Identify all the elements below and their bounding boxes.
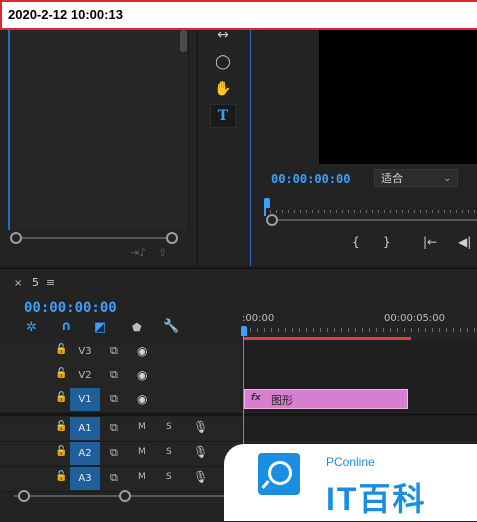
ellipse-glyph: ◯: [215, 54, 231, 70]
sync-lock-icon[interactable]: ⧉: [110, 344, 118, 358]
watermark-brand: IT百科: [326, 481, 427, 517]
timeline-playhead[interactable]: [241, 326, 247, 336]
clip-name: 图形: [271, 394, 293, 407]
track-v3: 🔓 V3 ⧉ ◉: [0, 340, 477, 365]
ruler-label-start: :00:00: [242, 313, 275, 324]
add-marker-icon[interactable]: ⬟: [132, 321, 142, 334]
program-playhead-line: [264, 208, 266, 216]
nest-icon[interactable]: ✲: [26, 320, 37, 335]
hand-glyph: ✋: [214, 81, 232, 97]
hand-icon[interactable]: ✋: [211, 78, 235, 100]
solo-button[interactable]: S: [166, 422, 172, 432]
sync-lock-icon[interactable]: ⧉: [110, 446, 118, 460]
linked-selection-icon[interactable]: ◩: [94, 320, 106, 335]
lock-icon[interactable]: 🔓: [55, 392, 67, 403]
eye-icon[interactable]: ◉: [137, 368, 147, 382]
snap-magnet-icon[interactable]: ∩: [61, 319, 72, 334]
source-scrollbar-thumb[interactable]: [180, 30, 187, 52]
mute-button[interactable]: M: [138, 422, 146, 432]
mark-in-icon[interactable]: {: [352, 235, 360, 249]
sync-lock-icon[interactable]: ⧉: [110, 421, 118, 435]
lock-icon[interactable]: 🔓: [55, 421, 67, 432]
video-audio-divider[interactable]: [0, 413, 477, 416]
track-header: 🔓 A2 ⧉ M S 🎙: [0, 442, 240, 467]
track-lane[interactable]: [242, 417, 477, 442]
magnifier-icon: [268, 461, 292, 485]
timeline-zoom-handle-right[interactable]: [119, 490, 131, 502]
close-icon[interactable]: ×: [14, 278, 22, 289]
panel-menu-icon[interactable]: ≡: [46, 276, 55, 289]
lock-icon[interactable]: 🔓: [55, 368, 67, 379]
magnifier-handle: [261, 480, 270, 489]
lock-icon[interactable]: 🔓: [55, 446, 67, 457]
track-a1: 🔓 A1 ⧉ M S 🎙: [0, 417, 477, 442]
mute-button[interactable]: M: [138, 472, 146, 482]
fx-badge: fx: [251, 393, 261, 403]
program-zoom-handle[interactable]: [266, 214, 278, 226]
track-target-a3[interactable]: A3: [70, 467, 100, 490]
eye-icon[interactable]: ◉: [137, 344, 147, 358]
step-back-icon[interactable]: ◀|: [458, 235, 471, 249]
track-lane[interactable]: [242, 340, 477, 365]
sequence-tab-name[interactable]: 5: [32, 276, 39, 289]
track-target-v2[interactable]: V2: [70, 364, 100, 387]
datetime-overlay: 2020-2-12 10:00:13: [0, 0, 477, 30]
track-target-a2[interactable]: A2: [70, 442, 100, 465]
graphic-clip[interactable]: fx 图形: [244, 389, 408, 409]
pconline-logo: [258, 453, 300, 495]
track-header: 🔓 A1 ⧉ M S 🎙: [0, 417, 240, 442]
microphone-icon[interactable]: 🎙: [193, 445, 208, 459]
track-header: 🔓 V3 ⧉ ◉: [0, 340, 240, 365]
track-header: 🔓 V2 ⧉ ◉: [0, 364, 240, 389]
timeline-timecode[interactable]: 00:00:00:00: [24, 300, 117, 316]
track-target-v1[interactable]: V1: [70, 388, 100, 411]
track-target-a1[interactable]: A1: [70, 417, 100, 440]
ripple-edit-glyph: ↔: [217, 27, 229, 43]
ruler-label-5s: 00:00:05:00: [384, 313, 446, 324]
sync-lock-icon[interactable]: ⧉: [110, 368, 118, 382]
mute-button[interactable]: M: [138, 447, 146, 457]
microphone-icon[interactable]: 🎙: [193, 420, 208, 434]
lock-icon[interactable]: 🔓: [55, 471, 67, 482]
type-glyph: T: [217, 108, 229, 124]
source-zoom-track[interactable]: [14, 237, 176, 239]
program-playhead[interactable]: [264, 198, 270, 208]
timeline-zoom-handle-left[interactable]: [18, 490, 30, 502]
go-to-in-icon[interactable]: |←: [423, 235, 437, 249]
program-video-frame: [319, 30, 477, 164]
export-frame-icon[interactable]: ⇪: [158, 246, 167, 259]
chevron-down-icon: ⌄: [443, 174, 451, 184]
microphone-icon[interactable]: 🎙: [193, 470, 208, 484]
eye-icon[interactable]: ◉: [137, 392, 147, 406]
sync-lock-icon[interactable]: ⧉: [110, 392, 118, 406]
source-panel-focus-bar: [8, 30, 10, 230]
wrench-icon[interactable]: 🔧: [163, 319, 179, 334]
type-tool-icon[interactable]: T: [210, 104, 236, 128]
track-header: 🔓 V1 ⧉ ◉: [0, 388, 240, 413]
track-header: 🔓 A3 ⧉ M S 🎙: [0, 467, 240, 492]
solo-button[interactable]: S: [166, 472, 172, 482]
mark-out-icon[interactable]: }: [383, 235, 391, 249]
lock-icon[interactable]: 🔓: [55, 344, 67, 355]
fit-select[interactable]: 适合 ⌄: [374, 169, 458, 187]
source-zoom-handle-left[interactable]: [10, 232, 22, 244]
track-lane[interactable]: [242, 364, 477, 389]
program-timecode[interactable]: 00:00:00:00: [271, 172, 350, 186]
ripple-edit-icon[interactable]: ↔: [211, 24, 235, 46]
source-zoom-handle-right[interactable]: [166, 232, 178, 244]
fit-select-value: 适合: [381, 172, 403, 185]
watermark-site: PConline: [326, 455, 375, 469]
solo-button[interactable]: S: [166, 447, 172, 457]
source-panel-viewer: [10, 30, 189, 230]
program-time-ruler[interactable]: [264, 210, 477, 213]
program-zoom-track[interactable]: [274, 219, 477, 221]
pen-ellipse-icon[interactable]: ◯: [211, 51, 235, 73]
ruler-ticks: [243, 328, 477, 332]
insert-icon[interactable]: ⇥♪: [130, 246, 146, 259]
track-target-v3[interactable]: V3: [70, 340, 100, 363]
track-v2: 🔓 V2 ⧉ ◉: [0, 364, 477, 389]
sync-lock-icon[interactable]: ⧉: [110, 471, 118, 485]
